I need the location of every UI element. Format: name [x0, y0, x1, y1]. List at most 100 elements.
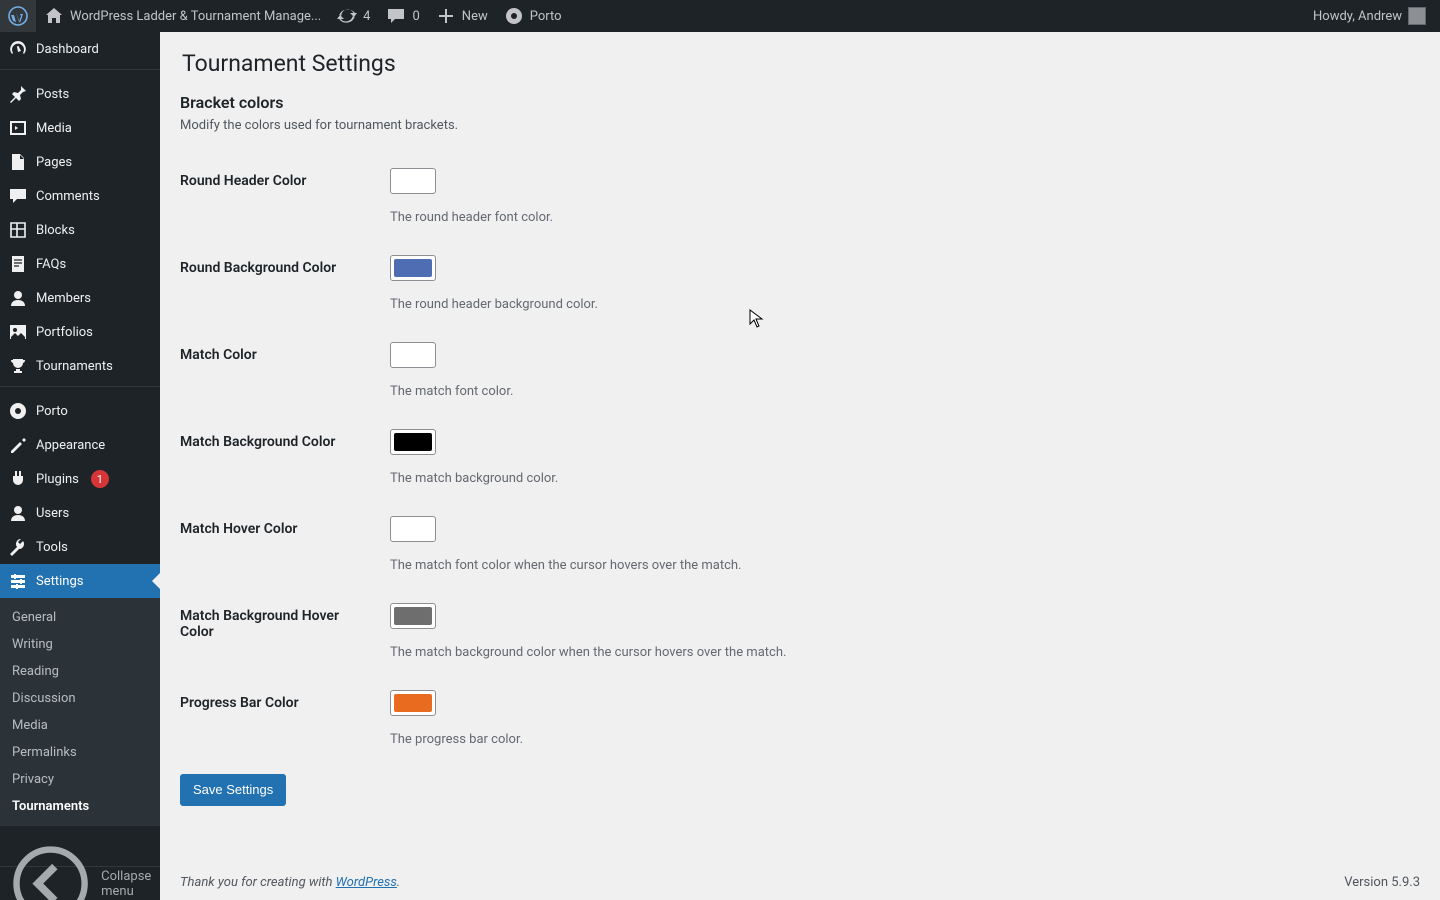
dashboard-icon	[8, 39, 28, 59]
menu-comments[interactable]: Comments	[0, 179, 160, 213]
setting-desc: The match background color when the curs…	[390, 645, 1410, 660]
menu-comments-label: Comments	[36, 189, 100, 204]
sub-writing[interactable]: Writing	[0, 631, 160, 658]
menu-plugins[interactable]: Plugins 1	[0, 462, 160, 496]
sub-privacy[interactable]: Privacy	[0, 766, 160, 793]
color-swatch	[394, 607, 432, 625]
menu-users[interactable]: Users	[0, 496, 160, 530]
adminbar-logo[interactable]	[0, 0, 36, 32]
menu-dashboard-label: Dashboard	[36, 42, 99, 57]
color-swatch	[394, 520, 432, 538]
members-icon	[8, 288, 28, 308]
menu-members-label: Members	[36, 291, 91, 306]
collapse-menu[interactable]: Collapse menu	[0, 866, 160, 900]
menu-settings-label: Settings	[36, 574, 83, 589]
adminbar-greeting: Howdy, Andrew	[1313, 9, 1402, 24]
menu-posts[interactable]: Posts	[0, 77, 160, 111]
plus-icon	[436, 6, 456, 26]
setting-row: Progress Bar ColorThe progress bar color…	[180, 675, 1420, 762]
sub-permalinks[interactable]: Permalinks	[0, 739, 160, 766]
color-picker[interactable]	[390, 516, 436, 542]
setting-desc: The match font color when the cursor hov…	[390, 558, 1410, 573]
color-swatch	[394, 694, 432, 712]
menu-dashboard[interactable]: Dashboard	[0, 32, 160, 66]
setting-label: Round Header Color	[180, 153, 380, 240]
save-button[interactable]: Save Settings	[180, 774, 286, 806]
collapse-label: Collapse menu	[101, 869, 152, 899]
menu-members[interactable]: Members	[0, 281, 160, 315]
color-picker[interactable]	[390, 690, 436, 716]
pin-icon	[8, 84, 28, 104]
sub-reading[interactable]: Reading	[0, 658, 160, 685]
menu-portfolios-label: Portfolios	[36, 325, 93, 340]
settings-table: Round Header Color The round header font …	[180, 153, 1420, 762]
menu-porto[interactable]: Porto	[0, 394, 160, 428]
menu-separator	[0, 386, 160, 391]
sub-media[interactable]: Media	[0, 712, 160, 739]
trophy-icon	[8, 356, 28, 376]
menu-separator	[0, 69, 160, 74]
home-icon	[44, 6, 64, 26]
menu-portfolios[interactable]: Portfolios	[0, 315, 160, 349]
color-picker[interactable]	[390, 429, 436, 455]
adminbar-account[interactable]: Howdy, Andrew	[1305, 0, 1434, 32]
adminbar-updates[interactable]: 4	[329, 0, 378, 32]
setting-desc: The round header font color.	[390, 210, 1410, 225]
menu-porto-label: Porto	[36, 404, 68, 419]
adminbar-comments[interactable]: 0	[378, 0, 427, 32]
adminbar-site[interactable]: WordPress Ladder & Tournament Manage...	[36, 0, 329, 32]
footer-wordpress-link[interactable]: WordPress	[336, 875, 397, 890]
adminbar-new[interactable]: New	[428, 0, 496, 32]
color-picker[interactable]	[390, 342, 436, 368]
collapse-icon	[8, 841, 93, 900]
menu-pages[interactable]: Pages	[0, 145, 160, 179]
menu-settings[interactable]: Settings	[0, 564, 160, 598]
sub-tournaments[interactable]: Tournaments	[0, 793, 160, 820]
color-picker[interactable]	[390, 255, 436, 281]
adminbar-site-title: WordPress Ladder & Tournament Manage...	[70, 9, 321, 24]
footer-version: Version 5.9.3	[1344, 875, 1420, 890]
tools-icon	[8, 537, 28, 557]
section-desc: Modify the colors used for tournament br…	[180, 118, 1420, 133]
color-swatch	[394, 259, 432, 277]
menu-users-label: Users	[36, 506, 69, 521]
page-title: Tournament Settings	[182, 50, 1420, 77]
adminbar-porto-label: Porto	[530, 9, 562, 24]
setting-row: Round Background ColorThe round header b…	[180, 240, 1420, 327]
menu-media[interactable]: Media	[0, 111, 160, 145]
sub-general[interactable]: General	[0, 604, 160, 631]
media-icon	[8, 118, 28, 138]
sub-discussion[interactable]: Discussion	[0, 685, 160, 712]
updates-icon	[337, 6, 357, 26]
adminbar-porto[interactable]: Porto	[496, 0, 570, 32]
comment-icon	[386, 6, 406, 26]
menu-appearance[interactable]: Appearance	[0, 428, 160, 462]
setting-label: Match Color	[180, 327, 380, 414]
adminbar-new-label: New	[462, 9, 488, 24]
menu-tools[interactable]: Tools	[0, 530, 160, 564]
setting-row: Round Header Color The round header font …	[180, 153, 1420, 240]
setting-desc: The match font color.	[390, 384, 1410, 399]
faq-icon	[8, 254, 28, 274]
plugins-badge: 1	[91, 470, 109, 488]
color-picker[interactable]	[390, 603, 436, 629]
adminbar-comments-count: 0	[412, 9, 419, 24]
color-swatch	[394, 346, 432, 364]
footer-thanks: Thank you for creating with WordPress.	[180, 875, 400, 890]
setting-row: Match Background Hover Color The match ba…	[180, 588, 1420, 675]
color-picker[interactable]	[390, 168, 436, 194]
color-swatch	[394, 433, 432, 451]
page-icon	[8, 152, 28, 172]
menu-faqs[interactable]: FAQs	[0, 247, 160, 281]
menu-blocks-label: Blocks	[36, 223, 75, 238]
menu-tournaments[interactable]: Tournaments	[0, 349, 160, 383]
blocks-icon	[8, 220, 28, 240]
porto-icon	[504, 6, 524, 26]
wordpress-icon	[8, 6, 28, 26]
comments-icon	[8, 186, 28, 206]
menu-appearance-label: Appearance	[36, 438, 105, 453]
setting-label: Match Background Hover Color	[180, 588, 380, 675]
menu-blocks[interactable]: Blocks	[0, 213, 160, 247]
setting-desc: The round header background color.	[390, 297, 1410, 312]
porto-menu-icon	[8, 401, 28, 421]
